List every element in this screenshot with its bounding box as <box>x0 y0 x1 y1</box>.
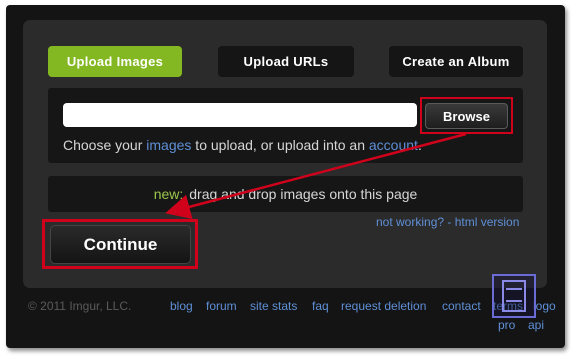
tab-upload-urls[interactable]: Upload URLs <box>218 46 354 77</box>
tab-create-album[interactable]: Create an Album <box>389 46 523 77</box>
file-path-input[interactable] <box>63 103 417 127</box>
footer-link-faq[interactable]: faq <box>312 299 329 313</box>
footer-link-pro[interactable]: pro <box>498 318 515 332</box>
footer-link-site-stats[interactable]: site stats <box>250 299 297 313</box>
mobile-icon[interactable] <box>492 274 536 318</box>
drag-drop-text: drag and drop images onto this page <box>189 186 418 202</box>
tab-upload-images[interactable]: Upload Images <box>48 46 182 77</box>
mobile-icon-line <box>506 288 522 290</box>
footer-link-contact[interactable]: contact <box>442 299 481 313</box>
choose-suffix: . <box>417 137 422 153</box>
footer-link-logo[interactable]: logo <box>533 299 556 313</box>
drag-drop-area[interactable]: new: drag and drop images onto this page <box>48 176 523 212</box>
footer-link-api[interactable]: api <box>528 318 544 332</box>
footer-link-request-deletion[interactable]: request deletion <box>341 299 426 313</box>
not-working-link[interactable]: not working? - html version <box>376 215 519 229</box>
mobile-icon-line <box>506 300 522 302</box>
choose-instructions: Choose your images to upload, or upload … <box>63 137 422 153</box>
account-link[interactable]: account <box>369 137 418 153</box>
images-link[interactable]: images <box>146 137 191 153</box>
footer-link-forum[interactable]: forum <box>206 299 237 313</box>
new-badge: new: <box>153 186 184 202</box>
footer-link-blog[interactable]: blog <box>170 299 193 313</box>
copyright-text: © 2011 Imgur, LLC. <box>28 299 132 313</box>
mobile-icon-screen <box>502 280 526 312</box>
choose-prefix: Choose your <box>63 137 147 153</box>
browse-highlight-box <box>420 97 513 134</box>
choose-middle: to upload, or upload into an <box>191 137 369 153</box>
continue-highlight-box <box>42 219 198 269</box>
